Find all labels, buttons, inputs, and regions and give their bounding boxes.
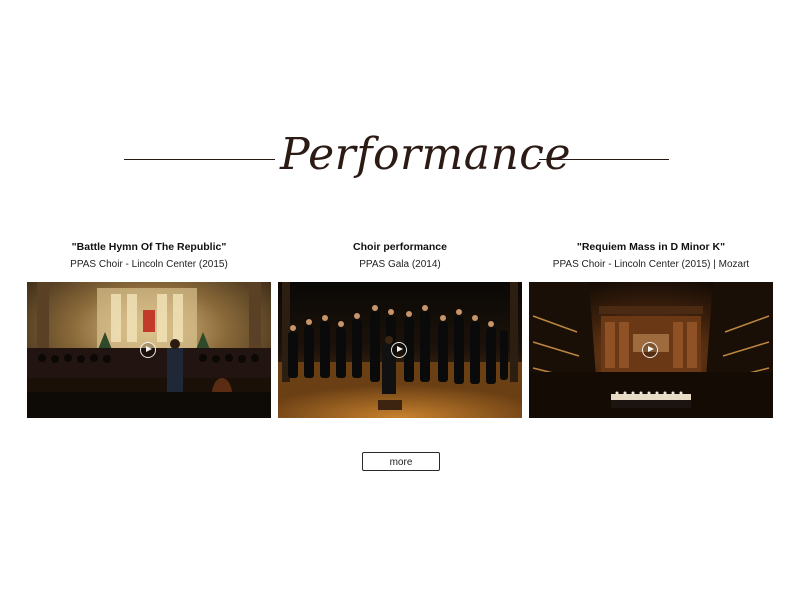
- video-thumbnail[interactable]: [529, 282, 773, 418]
- heading-divider-right: [539, 159, 669, 160]
- video-thumbnail[interactable]: [27, 282, 271, 418]
- section-heading: Performance: [0, 118, 800, 198]
- video-card: Choir performance PPAS Gala (2014): [278, 238, 522, 420]
- video-title: Choir performance: [353, 241, 447, 253]
- performance-section: Performance "Battle Hymn Of The Republic…: [0, 0, 800, 600]
- video-subtitle: PPAS Choir - Lincoln Center (2015): [70, 259, 228, 270]
- video-title: "Requiem Mass in D Minor K": [576, 241, 726, 253]
- video-subtitle: PPAS Choir - Lincoln Center (2015) | Moz…: [552, 259, 750, 270]
- video-gallery: "Battle Hymn Of The Republic" PPAS Choir…: [27, 238, 773, 420]
- section-title: Performance: [280, 129, 571, 180]
- play-icon[interactable]: [391, 342, 407, 358]
- play-icon[interactable]: [642, 342, 658, 358]
- more-button[interactable]: more: [362, 452, 440, 471]
- video-card: "Requiem Mass in D Minor K" PPAS Choir -…: [529, 238, 773, 420]
- video-thumbnail[interactable]: [278, 282, 522, 418]
- video-card: "Battle Hymn Of The Republic" PPAS Choir…: [27, 238, 271, 420]
- video-title: "Battle Hymn Of The Republic": [71, 241, 227, 253]
- video-subtitle: PPAS Gala (2014): [359, 259, 441, 270]
- play-icon[interactable]: [140, 342, 156, 358]
- heading-divider-left: [124, 159, 275, 160]
